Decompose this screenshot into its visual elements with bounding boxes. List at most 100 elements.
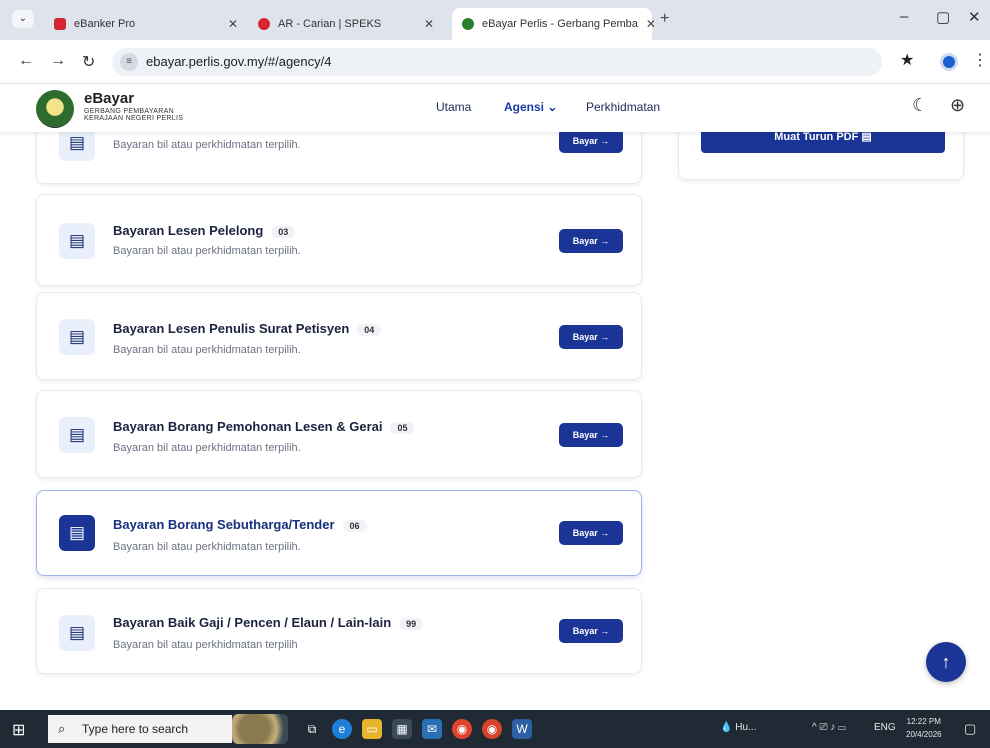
maximize-icon[interactable]: ▢ bbox=[936, 8, 950, 26]
service-description: Bayaran bil atau perkhidmatan terpilih. bbox=[113, 442, 301, 454]
close-tab-icon[interactable]: ✕ bbox=[228, 17, 238, 31]
ebanker-favicon-icon bbox=[54, 18, 66, 30]
service-title: Bayaran Lesen Pelelong 03 bbox=[113, 223, 296, 238]
arrow-right-icon: → bbox=[600, 236, 610, 246]
close-tab-icon[interactable]: ✕ bbox=[424, 17, 434, 31]
browser-tab-ebanker[interactable]: eBanker Pro ✕ bbox=[44, 8, 248, 40]
service-code-badge: 04 bbox=[357, 323, 382, 336]
service-title-text: Bayaran Baik Gaji / Pencen / Elaun / Lai… bbox=[113, 615, 392, 630]
service-card[interactable]: ▤ Bayaran Borang Pemohonan Lesen & Gerai… bbox=[36, 390, 642, 478]
notification-icon[interactable]: ▢ bbox=[964, 721, 976, 737]
pay-button[interactable]: Bayar → bbox=[559, 423, 623, 447]
service-description: Bayaran bil atau perkhidmatan terpilih. bbox=[113, 245, 301, 257]
pay-label: Bayar bbox=[572, 430, 598, 440]
document-icon: ▤ bbox=[59, 615, 95, 651]
more-menu-icon[interactable]: ⋮ bbox=[972, 50, 988, 70]
pay-label: Bayar bbox=[572, 136, 598, 146]
service-title-text: Bayaran Borang Sebutharga/Tender bbox=[113, 517, 335, 532]
profile-avatar[interactable] bbox=[940, 53, 958, 71]
scroll-to-top-button[interactable]: ↑ bbox=[926, 642, 966, 682]
language-indicator[interactable]: ENG bbox=[874, 722, 896, 733]
document-icon: ▤ bbox=[59, 223, 95, 259]
brand-subtitle-2: KERAJAAN NEGERI PERLIS bbox=[84, 115, 184, 122]
service-card[interactable]: ▤ Bayaran Baik Gaji / Pencen / Elaun / L… bbox=[36, 588, 642, 674]
file-explorer-icon[interactable]: ▭ bbox=[362, 719, 382, 739]
service-code-badge: 99 bbox=[399, 617, 424, 630]
chrome-icon[interactable]: ◉ bbox=[452, 719, 472, 739]
service-description: Bayaran bil atau perkhidmatan terpilih bbox=[113, 639, 298, 651]
clock-time: 12:22 PM bbox=[906, 717, 941, 726]
nav-agency-label: Agensi bbox=[504, 100, 545, 114]
browser-tab-speks[interactable]: AR - Carian | SPEKS ✕ bbox=[248, 8, 444, 40]
store-icon[interactable]: ▦ bbox=[392, 719, 412, 739]
minimize-icon[interactable]: – bbox=[900, 8, 908, 25]
brand-name: eBayar bbox=[84, 90, 135, 107]
app-header: eBayar GERBANG PEMBAYARAN KERAJAAN NEGER… bbox=[0, 84, 990, 132]
taskbar-search-input[interactable]: ⌕ Type here to search bbox=[48, 715, 232, 743]
service-title: Bayaran Lesen Penulis Surat Petisyen 04 bbox=[113, 321, 382, 336]
globe-language-icon[interactable]: ⊕ bbox=[950, 95, 965, 116]
bookmark-star-icon[interactable]: ★ bbox=[900, 50, 914, 70]
nav-home[interactable]: Utama bbox=[436, 100, 471, 114]
arrow-right-icon: → bbox=[600, 626, 610, 636]
download-panel: Muat Turun PDF ▤ bbox=[678, 132, 964, 180]
service-card[interactable]: ▤ Bayaran Borang Sebutharga/Tender 06 Bay… bbox=[36, 490, 642, 576]
pay-label: Bayar bbox=[572, 528, 598, 538]
chrome-profile-icon[interactable]: ◉ bbox=[482, 719, 502, 739]
plus-icon[interactable]: + bbox=[660, 10, 669, 28]
weather-widget[interactable]: 💧 Hu... bbox=[720, 722, 756, 733]
pay-button[interactable]: Bayar → bbox=[559, 132, 623, 153]
pay-button[interactable]: Bayar → bbox=[559, 619, 623, 643]
search-icon: ⌕ bbox=[58, 721, 66, 736]
pay-label: Bayar bbox=[572, 236, 598, 246]
brand-subtitle: GERBANG PEMBAYARAN bbox=[84, 108, 174, 115]
tab-label: eBanker Pro bbox=[74, 18, 136, 30]
reload-icon[interactable]: ↻ bbox=[82, 52, 95, 72]
chevron-down-icon: ⌄ bbox=[547, 100, 558, 114]
download-pdf-label: Muat Turun PDF bbox=[774, 132, 859, 143]
service-title: Bayaran Borang Sebutharga/Tender 06 bbox=[113, 517, 367, 532]
word-icon[interactable]: W bbox=[512, 719, 532, 739]
theme-toggle-icon[interactable]: ☾ bbox=[912, 95, 928, 116]
document-icon: ▤ bbox=[59, 417, 95, 453]
nav-agency[interactable]: Agensi ⌄ bbox=[504, 100, 557, 114]
service-title-text: Bayaran Lesen Penulis Surat Petisyen bbox=[113, 321, 350, 336]
url-field[interactable]: ≡ ebayar.perlis.gov.my/#/agency/4 bbox=[112, 48, 882, 76]
weather-label: Hu... bbox=[735, 722, 757, 733]
arrow-right-icon: → bbox=[600, 430, 610, 440]
service-card[interactable]: ▤ Bayaran bil atau perkhidmatan terpilih… bbox=[36, 132, 642, 184]
site-info-icon[interactable]: ≡ bbox=[120, 53, 138, 71]
back-icon[interactable]: ← bbox=[18, 52, 34, 70]
windows-start-icon[interactable]: ⊞ bbox=[12, 720, 25, 740]
service-description: Bayaran bil atau perkhidmatan terpilih. bbox=[113, 139, 301, 151]
forward-icon[interactable]: → bbox=[50, 52, 66, 70]
speks-favicon-icon bbox=[258, 18, 270, 30]
tab-search-button[interactable]: ⌄ bbox=[12, 10, 34, 28]
pay-label: Bayar bbox=[572, 626, 598, 636]
close-tab-icon[interactable]: ✕ bbox=[646, 17, 656, 31]
taskbar-clock[interactable]: 12:22 PM 20/4/2026 bbox=[906, 715, 942, 741]
close-window-icon[interactable]: ✕ bbox=[968, 8, 981, 26]
pay-button[interactable]: Bayar → bbox=[559, 229, 623, 253]
edge-browser-icon[interactable]: e bbox=[332, 719, 352, 739]
service-description: Bayaran bil atau perkhidmatan terpilih. bbox=[113, 344, 301, 356]
pay-button[interactable]: Bayar → bbox=[559, 521, 623, 545]
task-view-icon[interactable]: ⧉ bbox=[302, 719, 322, 739]
search-highlight-image[interactable] bbox=[232, 714, 288, 744]
service-card[interactable]: ▤ Bayaran Lesen Pelelong 03 Bayaran bil a… bbox=[36, 194, 642, 286]
mail-icon[interactable]: ✉ bbox=[422, 719, 442, 739]
windows-taskbar: ⊞ ⌕ Type here to search ⧉ e ▭ ▦ ✉ ◉ ◉ W … bbox=[0, 710, 990, 748]
water-drop-icon: 💧 bbox=[720, 722, 733, 733]
service-card[interactable]: ▤ Bayaran Lesen Penulis Surat Petisyen 04… bbox=[36, 292, 642, 380]
tab-label: AR - Carian | SPEKS bbox=[278, 18, 382, 30]
perlis-crest-logo[interactable] bbox=[36, 90, 74, 128]
pay-button[interactable]: Bayar → bbox=[559, 325, 623, 349]
pay-label: Bayar bbox=[572, 332, 598, 342]
brand: eBayar GERBANG PEMBAYARAN KERAJAAN NEGER… bbox=[84, 90, 183, 122]
ebayar-favicon-icon bbox=[462, 18, 474, 30]
tray-icons[interactable]: ^ ⎚ ♪ ▭ bbox=[812, 722, 846, 733]
service-title-text: Bayaran Lesen Pelelong bbox=[113, 223, 264, 238]
browser-tab-ebayar[interactable]: eBayar Perlis - Gerbang Pemba ✕ bbox=[452, 8, 656, 40]
nav-services[interactable]: Perkhidmatan bbox=[586, 100, 660, 114]
download-pdf-button[interactable]: Muat Turun PDF ▤ bbox=[701, 132, 945, 153]
